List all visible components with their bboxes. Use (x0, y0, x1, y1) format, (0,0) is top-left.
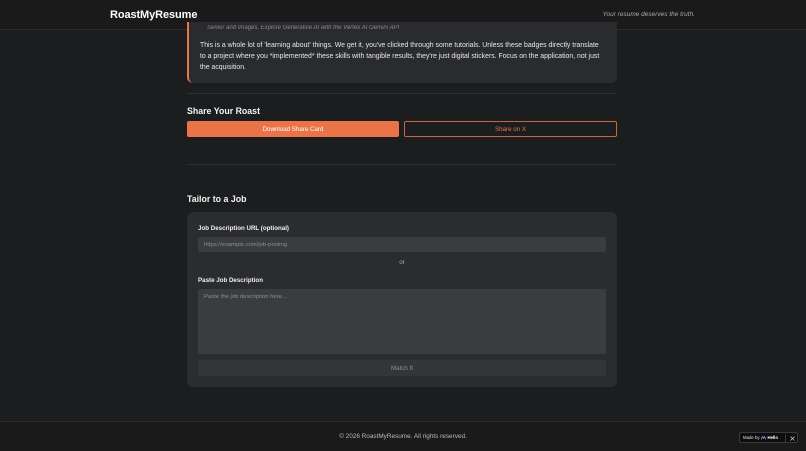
feedback-text: This is a whole lot of 'learning about' … (200, 42, 600, 72)
tailor-section-title: Tailor to a Job (187, 194, 247, 204)
match-it-button[interactable]: Match It (198, 360, 606, 376)
roast-feedback-card: Senior and Images, Explore Generative AI… (187, 22, 617, 83)
job-description-label: Paste Job Description (198, 277, 263, 284)
close-icon[interactable] (788, 433, 797, 443)
section-divider (187, 164, 617, 165)
share-section-title: Share Your Roast (187, 106, 261, 116)
share-on-x-button[interactable]: Share on X (404, 121, 617, 137)
or-separator: or (399, 259, 405, 266)
brand-mark-icon (761, 435, 767, 440)
brand-logo[interactable]: RoastMyResume (110, 9, 197, 21)
job-url-input[interactable] (198, 237, 606, 252)
footer: © 2026 RoastMyResume. All rights reserve… (0, 421, 806, 451)
tagline: Your resume deserves the truth. (602, 11, 696, 18)
download-share-card-button[interactable]: Download Share Card (187, 121, 399, 137)
made-by-brand-name: Hello (767, 435, 778, 440)
made-by-brand: Hello (761, 435, 778, 440)
job-description-textarea[interactable] (198, 289, 606, 354)
made-by-label: Made by (743, 435, 760, 440)
copyright-text: © 2026 RoastMyResume. All rights reserve… (339, 433, 467, 440)
tailor-job-card: Job Description URL (optional) or Paste … (187, 212, 617, 387)
badge-divider (785, 434, 786, 442)
feedback-cutoff-line: Senior and Images, Explore Generative AI… (207, 25, 400, 31)
made-by-badge[interactable]: Made by Hello (739, 432, 798, 443)
section-divider (187, 93, 617, 94)
job-url-label: Job Description URL (optional) (198, 225, 289, 232)
